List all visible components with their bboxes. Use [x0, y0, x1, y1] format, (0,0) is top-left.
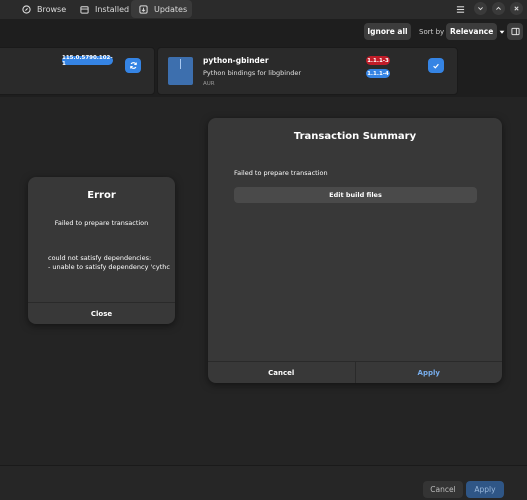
- compass-icon: [22, 4, 31, 14]
- bottom-apply-button[interactable]: Apply: [466, 481, 504, 498]
- tab-installed[interactable]: Installed: [72, 0, 137, 18]
- summary-dialog-footer: Cancel Apply: [208, 361, 502, 383]
- refresh-icon: [129, 61, 138, 70]
- update-card[interactable]: 115.0.5790.102-1: [0, 47, 155, 95]
- transaction-summary-dialog: Transaction Summary Failed to prepare tr…: [208, 118, 502, 383]
- summary-dialog-title: Transaction Summary: [293, 131, 417, 142]
- package-description: Python bindings for libgbinder: [203, 69, 301, 77]
- chevron-down-icon: [477, 5, 484, 12]
- error-details-line-2: - unable to satisfy dependency 'cythc: [48, 263, 170, 271]
- maximize-button[interactable]: [492, 2, 505, 15]
- tab-updates[interactable]: Updates: [131, 0, 192, 18]
- package-thumbnail: [168, 57, 193, 85]
- tab-updates-label: Updates: [154, 4, 188, 14]
- tab-browse-label: Browse: [37, 4, 67, 14]
- error-dialog: Error Failed to prepare transaction coul…: [28, 177, 175, 324]
- ignore-all-button[interactable]: Ignore all: [364, 23, 411, 40]
- error-dialog-footer: Close: [28, 302, 175, 324]
- update-toggle-button[interactable]: [125, 58, 141, 73]
- new-version-badge: 1.1.1-4: [366, 69, 390, 78]
- new-version-badge: 115.0.5790.102-1: [62, 54, 113, 67]
- chevron-up-icon: [495, 5, 502, 12]
- package-name: python-gbinder: [203, 56, 269, 65]
- header-bar: Browse Installed Updates: [0, 0, 527, 19]
- close-button[interactable]: Close: [28, 303, 175, 324]
- package-source: AUR: [203, 81, 215, 87]
- package-icon: [80, 5, 89, 14]
- update-checkbox[interactable]: [428, 58, 444, 73]
- caret-down-icon: [499, 29, 505, 35]
- sort-by-dropdown[interactable]: Relevance: [446, 23, 505, 40]
- minimize-button[interactable]: [474, 2, 487, 15]
- bottom-cancel-button[interactable]: Cancel: [423, 481, 463, 498]
- sort-by-value: Relevance: [450, 27, 494, 36]
- summary-message: Failed to prepare transaction: [234, 169, 328, 177]
- edit-build-files-button[interactable]: Edit build files: [234, 187, 477, 203]
- close-window-button[interactable]: [510, 2, 523, 15]
- error-dialog-title: Error: [87, 190, 116, 201]
- sidebar-toggle-button[interactable]: [507, 23, 523, 40]
- menu-icon[interactable]: [456, 5, 465, 14]
- sidebar-icon: [510, 27, 520, 36]
- update-card[interactable]: python-gbinder Python bindings for libgb…: [157, 47, 458, 95]
- cancel-button[interactable]: Cancel: [208, 362, 356, 383]
- close-icon: [513, 5, 520, 12]
- sort-by-label: Sort by: [419, 28, 445, 36]
- checkmark-icon: [432, 62, 440, 70]
- error-details-line-1: could not satisfy dependencies:: [48, 254, 152, 262]
- apply-button[interactable]: Apply: [356, 362, 503, 383]
- tab-installed-label: Installed: [95, 4, 130, 14]
- tab-browse[interactable]: Browse: [14, 0, 74, 18]
- error-message: Failed to prepare transaction: [54, 219, 149, 227]
- updates-icon: [139, 4, 148, 14]
- old-version-badge: 1.1.1-3: [366, 56, 390, 65]
